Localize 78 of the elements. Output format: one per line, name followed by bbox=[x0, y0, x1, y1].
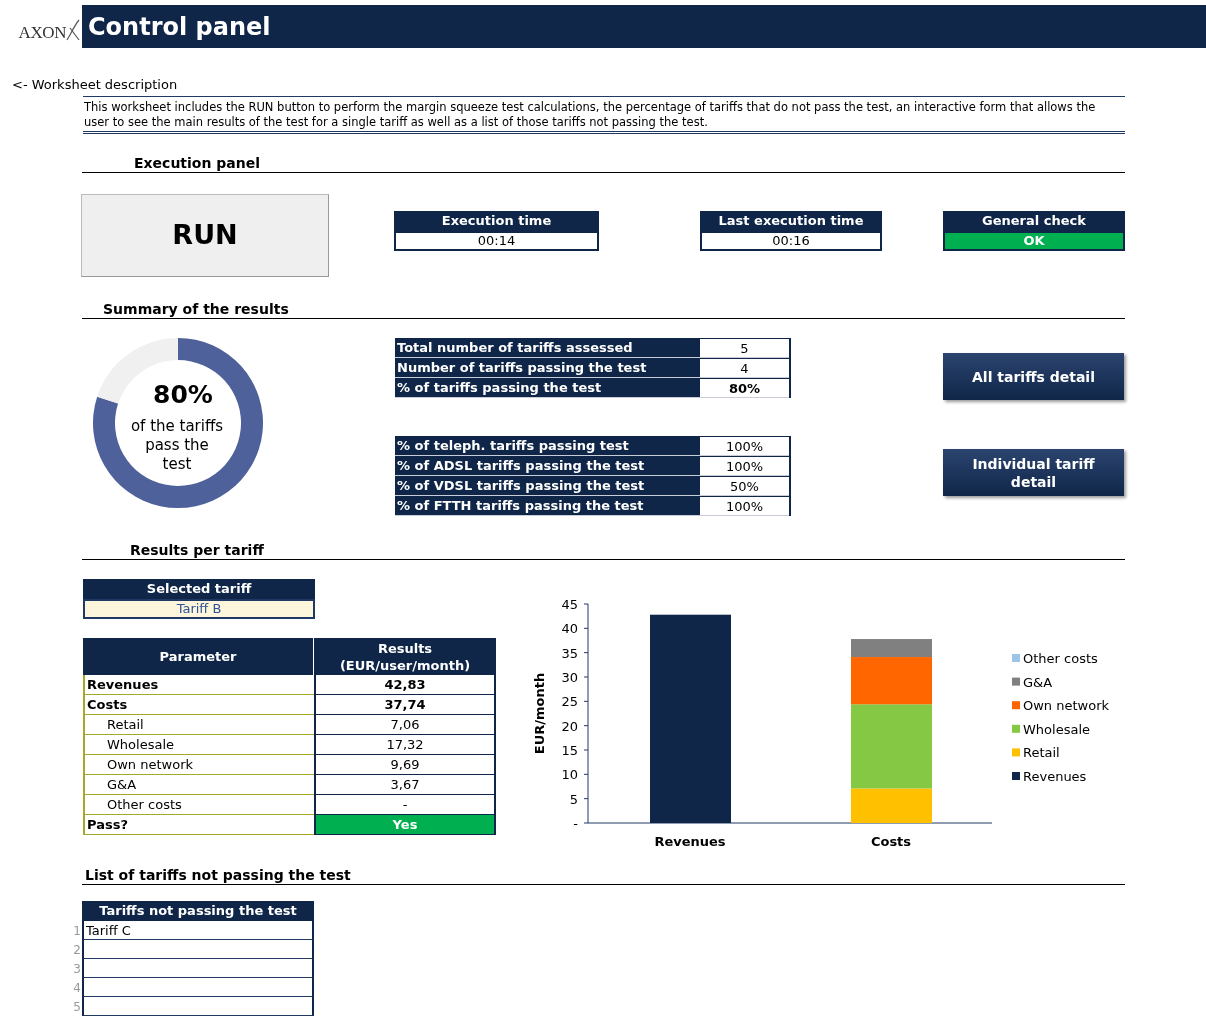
metric-label: % of VDSL tariffs passing the test bbox=[395, 476, 700, 495]
result-cell: 42,83 bbox=[314, 675, 496, 695]
legend-label: Retail bbox=[1023, 745, 1060, 761]
legend-label: Own network bbox=[1023, 698, 1110, 714]
metric-value: 100% bbox=[700, 436, 789, 455]
description-text: This worksheet includes the RUN button to perform the margin squeeze test calculations, the percentage of tariffs that do not pass the test, an interactive form that allows the user to see the main results of the test for a single tariff as well as a list of those tariffs not passing the test. bbox=[83, 96, 1125, 134]
result-cell: 37,74 bbox=[314, 695, 496, 715]
run-button[interactable]: RUN bbox=[81, 194, 329, 277]
tariff-select-field[interactable]: Tariff B bbox=[83, 599, 315, 619]
section-heading: Execution panel bbox=[133, 154, 262, 172]
time-value: 00:16 bbox=[700, 231, 882, 251]
legend-swatch bbox=[1012, 748, 1020, 757]
metric-label: % of FTTH tariffs passing the test bbox=[395, 496, 700, 515]
row-number: 5 bbox=[72, 999, 82, 1016]
result-cell: Yes bbox=[314, 815, 496, 835]
result-cell: 17,32 bbox=[314, 735, 496, 755]
detail-button[interactable]: Individual tariff detail bbox=[943, 449, 1124, 496]
detail-button[interactable]: All tariffs detail bbox=[943, 353, 1124, 400]
metric-value: 100% bbox=[700, 496, 789, 515]
worksheet-description-link[interactable]: <- Worksheet description bbox=[12, 77, 178, 92]
metric-label: Total number of tariffs assessed bbox=[395, 338, 700, 357]
swoosh-icon bbox=[66, 18, 80, 42]
metric-value: 80% bbox=[700, 378, 789, 397]
section-heading: Results per tariff bbox=[129, 541, 265, 559]
tick-label: 20 bbox=[561, 718, 578, 734]
metric-value: 100% bbox=[700, 456, 789, 475]
category-label: Costs bbox=[870, 834, 912, 849]
tick-label: 40 bbox=[561, 621, 578, 637]
row-number: 4 bbox=[72, 980, 82, 997]
list-cell: Tariff C bbox=[82, 921, 314, 940]
legend-swatch bbox=[1012, 654, 1020, 662]
tick-label: 5 bbox=[569, 791, 578, 807]
result-cell: - bbox=[314, 795, 496, 815]
row-number: 3 bbox=[72, 961, 82, 978]
legend-swatch bbox=[1012, 772, 1020, 780]
metric-label: % of ADSL tariffs passing the test bbox=[395, 456, 700, 475]
metric-value: 50% bbox=[700, 476, 789, 495]
category-label: Revenues bbox=[654, 834, 726, 849]
legend-swatch bbox=[1012, 724, 1020, 733]
metric-label: % of teleph. tariffs passing test bbox=[395, 436, 700, 455]
column-header: Parameter bbox=[83, 638, 314, 675]
tick-label: 45 bbox=[561, 597, 578, 612]
row-number: 2 bbox=[72, 942, 82, 959]
logo-text: AXON bbox=[18, 21, 66, 44]
legend-label: Other costs bbox=[1023, 651, 1098, 666]
metric-label: % of tariffs passing the test bbox=[395, 378, 700, 397]
section-heading: List of tariffs not passing the test bbox=[84, 866, 352, 884]
tick-label: 35 bbox=[561, 645, 578, 661]
result-cell: 3,67 bbox=[314, 775, 496, 795]
legend-label: Wholesale bbox=[1023, 721, 1090, 737]
tick-label: 30 bbox=[561, 670, 578, 685]
donut-caption: of the tariffs pass the test bbox=[130, 417, 224, 474]
result-cell: 9,69 bbox=[314, 755, 496, 775]
tick-label: 15 bbox=[561, 743, 578, 758]
row-number: 1 bbox=[72, 923, 82, 940]
indicator-label: Execution time bbox=[394, 211, 599, 231]
legend-label: Revenues bbox=[1023, 769, 1087, 784]
legend-label: G&A bbox=[1023, 674, 1053, 690]
column-header: Results (EUR/user/month) bbox=[338, 639, 472, 675]
page-title: Control panel bbox=[82, 5, 1206, 48]
legend-swatch bbox=[1012, 677, 1020, 686]
axis-title: EUR/month bbox=[532, 672, 547, 755]
column-header: Tariffs not passing the test bbox=[82, 901, 314, 921]
section-heading: Summary of the results bbox=[102, 300, 290, 318]
metric-value: 4 bbox=[700, 358, 789, 377]
percentage-value: 80% bbox=[152, 380, 214, 410]
field-label: Selected tariff bbox=[83, 579, 315, 599]
metric-value: 5 bbox=[700, 338, 789, 357]
metric-label: Number of tariffs passing the test bbox=[395, 358, 700, 377]
indicator-label: General check bbox=[943, 211, 1125, 231]
time-value: 00:14 bbox=[394, 231, 599, 251]
tick-label: 25 bbox=[561, 694, 578, 710]
legend-swatch bbox=[1012, 701, 1020, 710]
status-value: OK bbox=[943, 231, 1125, 251]
result-cell: 7,06 bbox=[314, 715, 496, 735]
tick-label: - bbox=[573, 816, 578, 831]
tick-label: 10 bbox=[561, 767, 578, 783]
indicator-label: Last execution time bbox=[700, 211, 882, 231]
